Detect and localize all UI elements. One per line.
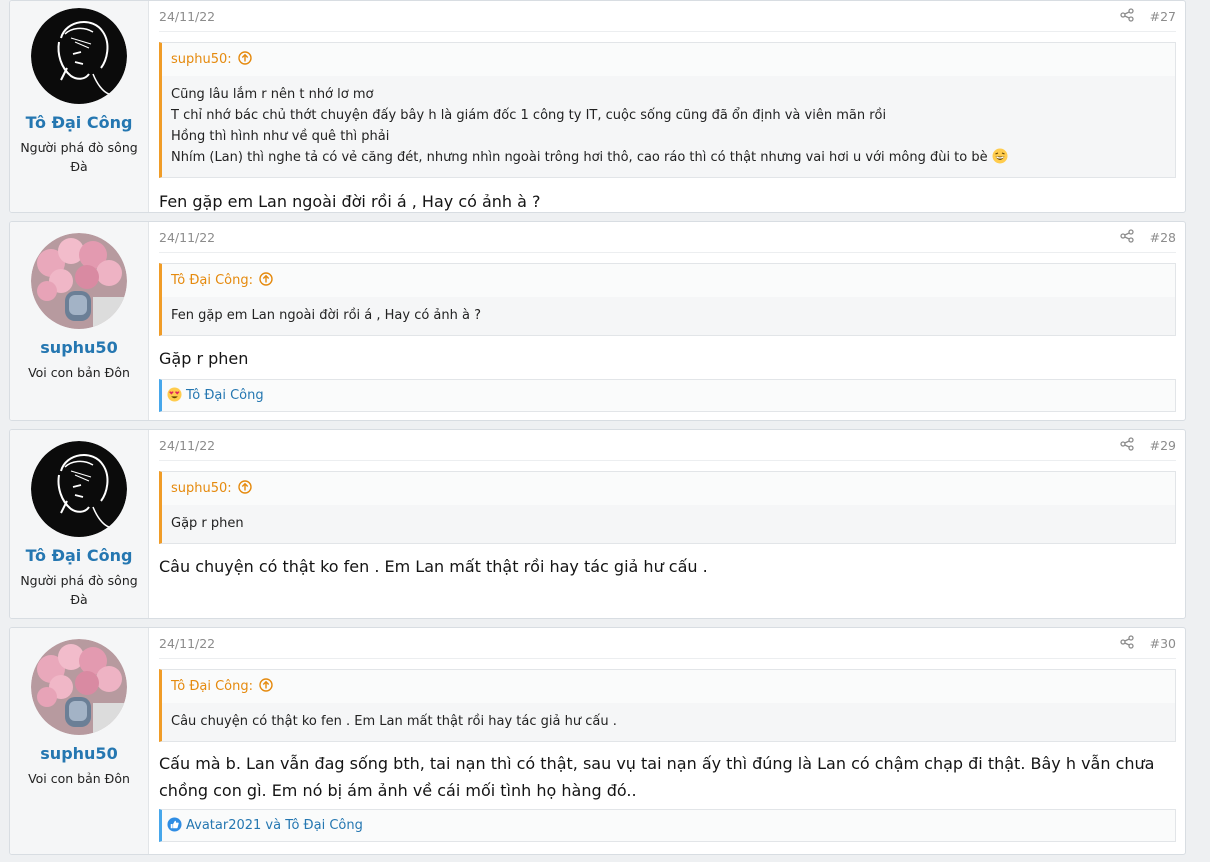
post-header: 24/11/22 #30 [159, 628, 1176, 659]
post-message: Câu chuyện có thật ko fen . Em Lan mất t… [159, 557, 708, 576]
post-user-cell: suphu50 Voi con bản Đôn [10, 628, 149, 854]
quote-body: Fen gặp em Lan ngoài đời rồi á , Hay có … [162, 297, 1175, 335]
reactions-list[interactable]: Avatar2021 và Tô Đại Công [186, 818, 363, 833]
user-title: Voi con bản Đôn [28, 771, 130, 786]
post-date[interactable]: 24/11/22 [159, 438, 215, 453]
heart-eyes-icon [167, 387, 182, 402]
user-title: Voi con bản Đôn [28, 365, 130, 380]
post-main: 24/11/22 #30 Tô Đại Công: Câu chuyện có … [149, 628, 1185, 854]
post-number[interactable]: #28 [1150, 230, 1176, 245]
arrow-up-circle-icon[interactable] [238, 480, 252, 494]
post-header: 24/11/22 #29 [159, 430, 1176, 461]
quote-block: suphu50: Cũng lâu lắm r nên t nhớ lơ mơ … [159, 42, 1176, 178]
post: suphu50 Voi con bản Đôn 24/11/22 #30 Tô … [9, 627, 1186, 855]
post-main: 24/11/22 #29 suphu50: Gặp r phen Câu chu… [149, 430, 1185, 618]
quote-header[interactable]: suphu50: [162, 472, 1175, 505]
thread-posts: Tô Đại Công Người phá đò sông Đà 24/11/2… [0, 0, 1210, 862]
quote-author[interactable]: suphu50: [171, 481, 232, 496]
quote-line: Nhím (Lan) thì nghe tả có vẻ căng đét, n… [171, 150, 988, 165]
quote-body: Cũng lâu lắm r nên t nhớ lơ mơ T chỉ nhớ… [162, 76, 1175, 177]
quote-line-wrap: Nhím (Lan) thì nghe tả có vẻ căng đét, n… [171, 147, 1165, 168]
post-header: 24/11/22 #28 [159, 222, 1176, 253]
user-title: Người phá đò sông Đà [20, 140, 138, 174]
post-message: Cấu mà b. Lan vẫn đag sống bth, tai nạn … [159, 754, 1155, 800]
username[interactable]: Tô Đại Công [10, 546, 148, 565]
quote-header[interactable]: suphu50: [162, 43, 1175, 76]
post-main: 24/11/22 #27 suphu50: Cũng lâu lắm r nên… [149, 1, 1185, 212]
quote-block: Tô Đại Công: Câu chuyện có thật ko fen .… [159, 669, 1176, 742]
username[interactable]: Tô Đại Công [10, 113, 148, 132]
quote-header[interactable]: Tô Đại Công: [162, 670, 1175, 703]
post-date[interactable]: 24/11/22 [159, 9, 215, 24]
quote-block: suphu50: Gặp r phen [159, 471, 1176, 544]
quote-line: Câu chuyện có thật ko fen . Em Lan mất t… [171, 714, 617, 729]
reactions-bar[interactable]: Avatar2021 và Tô Đại Công [159, 809, 1176, 842]
username[interactable]: suphu50 [10, 338, 148, 357]
arrow-up-circle-icon[interactable] [259, 678, 273, 692]
post-main: 24/11/22 #28 Tô Đại Công: Fen gặp em Lan… [149, 222, 1185, 420]
reactions-list[interactable]: Tô Đại Công [186, 388, 264, 403]
quote-line: T chỉ nhớ bác chủ thớt chuyện đấy bây h … [171, 108, 887, 123]
share-icon[interactable] [1120, 8, 1134, 22]
post-header: 24/11/22 #27 [159, 1, 1176, 32]
laughing-emoji-icon [992, 148, 1008, 164]
quote-body: Câu chuyện có thật ko fen . Em Lan mất t… [162, 703, 1175, 741]
post: suphu50 Voi con bản Đôn 24/11/22 #28 Tô … [9, 221, 1186, 421]
share-icon[interactable] [1120, 635, 1134, 649]
quote-line: Cũng lâu lắm r nên t nhớ lơ mơ [171, 87, 374, 102]
share-icon[interactable] [1120, 229, 1134, 243]
arrow-up-circle-icon[interactable] [238, 51, 252, 65]
post-date[interactable]: 24/11/22 [159, 636, 215, 651]
post-user-cell: suphu50 Voi con bản Đôn [10, 222, 149, 420]
avatar[interactable] [31, 8, 127, 104]
arrow-up-circle-icon[interactable] [259, 272, 273, 286]
quote-author[interactable]: Tô Đại Công: [171, 273, 253, 288]
quote-header[interactable]: Tô Đại Công: [162, 264, 1175, 297]
like-icon [167, 817, 182, 832]
username[interactable]: suphu50 [10, 744, 148, 763]
post-number[interactable]: #29 [1150, 438, 1176, 453]
post: Tô Đại Công Người phá đò sông Đà 24/11/2… [9, 0, 1186, 213]
avatar[interactable] [31, 233, 127, 329]
quote-line: Fen gặp em Lan ngoài đời rồi á , Hay có … [171, 308, 482, 323]
avatar[interactable] [31, 639, 127, 735]
post-message: Gặp r phen [159, 349, 249, 368]
quote-body: Gặp r phen [162, 505, 1175, 543]
quote-author[interactable]: suphu50: [171, 52, 232, 67]
post: Tô Đại Công Người phá đò sông Đà 24/11/2… [9, 429, 1186, 619]
quote-author[interactable]: Tô Đại Công: [171, 679, 253, 694]
post-number[interactable]: #30 [1150, 636, 1176, 651]
quote-line: Hồng thì hình như về quê thì phải [171, 129, 390, 144]
post-user-cell: Tô Đại Công Người phá đò sông Đà [10, 430, 149, 618]
quote-line: Gặp r phen [171, 516, 244, 531]
post-date[interactable]: 24/11/22 [159, 230, 215, 245]
share-icon[interactable] [1120, 437, 1134, 451]
user-title: Người phá đò sông Đà [20, 573, 138, 607]
quote-block: Tô Đại Công: Fen gặp em Lan ngoài đời rồ… [159, 263, 1176, 336]
avatar[interactable] [31, 441, 127, 537]
reactions-bar[interactable]: Tô Đại Công [159, 379, 1176, 412]
post-message: Fen gặp em Lan ngoài đời rồi á , Hay có … [159, 192, 541, 211]
post-number[interactable]: #27 [1150, 9, 1176, 24]
post-user-cell: Tô Đại Công Người phá đò sông Đà [10, 1, 149, 212]
